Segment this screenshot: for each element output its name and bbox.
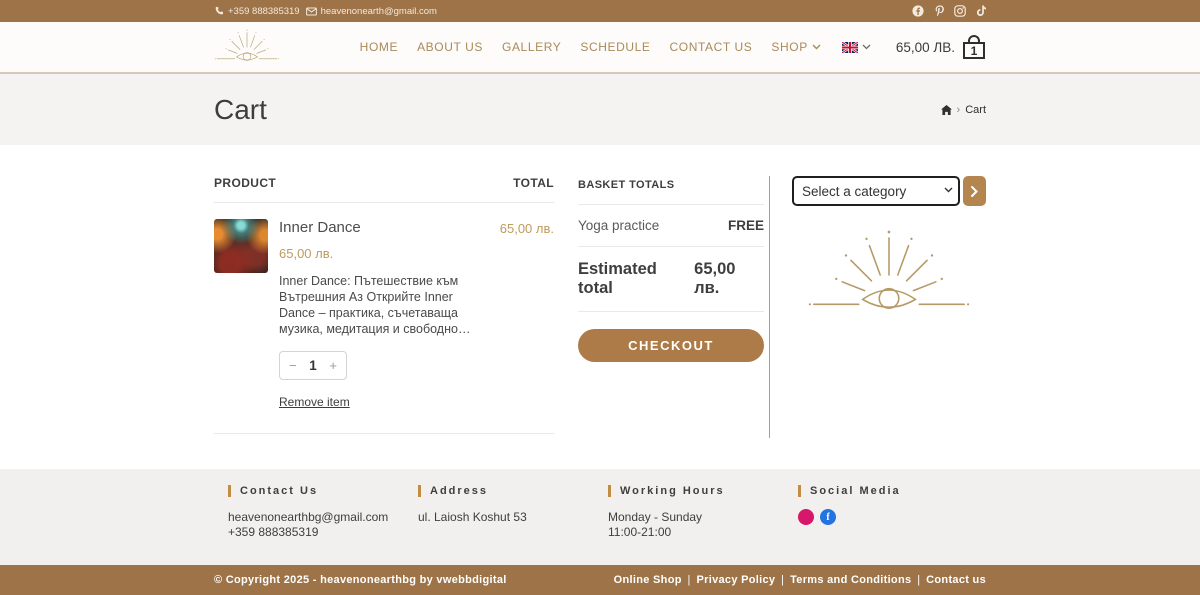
line-item-total: 65,00 лв. [500,219,554,236]
remove-item-link[interactable]: Remove item [279,395,350,409]
quantity-increase-button[interactable]: + [329,358,337,373]
site-header: HOME ABOUT US GALLERY SCHEDULE CONTACT U… [0,22,1200,74]
copyright-text: © Copyright 2025 - heavenonearthbg by vw… [214,574,507,586]
bottom-links: Online Shop Privacy Policy Terms and Con… [614,574,986,586]
mail-icon [306,7,317,16]
category-sidebar: Select a category [770,176,986,438]
heading-bar [608,485,611,497]
heading-bar [228,485,231,497]
instagram-icon[interactable] [954,5,966,17]
topbar-email[interactable]: heavenonearth@gmail.com [306,6,437,17]
nav-shop[interactable]: SHOP [771,40,820,54]
cart-items-table: PRODUCT TOTAL Inner Dance 65,00 лв. Inne… [214,176,554,438]
breadcrumb-current: Cart [965,104,986,116]
uk-flag-icon [842,42,858,53]
breadcrumb: Cart [941,104,986,116]
footer-hours-time: 11:00-21:00 [608,525,798,540]
chevron-down-icon [862,44,871,50]
estimated-total-label: Estimated total [578,260,694,298]
footer-contact-us: Contact Us heavenonearthbg@gmail.com +35… [228,485,418,540]
estimated-total-value: 65,00 лв. [694,260,764,298]
footer-address: Address ul. Laiosh Koshut 53 [418,485,608,540]
link-online-shop[interactable]: Online Shop [614,574,697,586]
link-terms-conditions[interactable]: Terms and Conditions [790,574,926,586]
page-title: Cart [214,94,267,126]
footer-social-media: Social Media f [798,485,988,540]
home-icon [941,105,952,115]
header-cart[interactable]: 65,00 ЛВ. 1 [896,34,986,60]
topbar-email-address: heavenonearth@gmail.com [321,6,437,17]
column-header-product: PRODUCT [214,176,276,190]
top-contact-bar: +359 888385319 heavenonearth@gmail.com [0,0,1200,22]
product-price: 65,00 лв. [279,246,500,261]
bottom-bar: © Copyright 2025 - heavenonearthbg by vw… [0,565,1200,595]
footer-hours-days: Monday - Sunday [608,510,798,525]
chevron-down-icon [812,44,821,50]
footer-social-title: Social Media [810,485,901,497]
nav-contact-us[interactable]: CONTACT US [670,40,753,54]
footer-phone[interactable]: +359 888385319 [228,525,418,540]
product-description: Inner Dance: Пътешествие към Вътрешния А… [279,273,484,337]
basket-totals-title: BASKET TOTALS [578,176,764,205]
breadcrumb-separator [957,104,961,116]
quantity-stepper: − 1 + [279,351,347,380]
topbar-phone[interactable]: +359 888385319 [214,6,300,17]
nav-about-us[interactable]: ABOUT US [417,40,483,54]
cart-main: PRODUCT TOTAL Inner Dance 65,00 лв. Inne… [0,145,1200,469]
column-header-total: TOTAL [513,176,554,190]
totals-row-label: Yoga practice [578,218,659,233]
cart-bag-icon: 1 [962,34,986,60]
facebook-icon[interactable]: f [820,509,836,525]
topbar-phone-number: +359 888385319 [228,6,300,17]
language-switcher[interactable] [842,42,871,53]
site-logo[interactable] [214,28,280,66]
footer-address-line: ul. Laiosh Koshut 53 [418,510,608,525]
cart-total-amount: 65,00 ЛВ. [896,40,955,55]
product-name-link[interactable]: Inner Dance [279,219,361,236]
heading-bar [418,485,421,497]
cart-count-badge: 1 [963,42,985,59]
footer-contact-title: Contact Us [240,485,318,497]
site-footer: Contact Us heavenonearthbg@gmail.com +35… [0,469,1200,565]
nav-home[interactable]: HOME [360,40,398,54]
link-privacy-policy[interactable]: Privacy Policy [697,574,791,586]
breadcrumb-home[interactable] [941,105,952,115]
arrow-right-icon [971,186,978,197]
footer-hours-title: Working Hours [620,485,725,497]
main-nav: HOME ABOUT US GALLERY SCHEDULE CONTACT U… [360,34,986,60]
sun-eye-logo [806,228,972,321]
link-contact-us[interactable]: Contact us [926,574,986,586]
footer-working-hours: Working Hours Monday - Sunday 11:00-21:0… [608,485,798,540]
quantity-decrease-button[interactable]: − [289,358,297,373]
pinterest-icon[interactable] [933,5,945,17]
instagram-icon[interactable] [798,509,814,525]
product-thumbnail[interactable] [214,219,268,273]
checkout-button[interactable]: CHECKOUT [578,329,764,362]
category-go-button[interactable] [963,176,986,206]
cart-item-row: Inner Dance 65,00 лв. Inner Dance: Пътеш… [214,203,554,434]
page-title-band: Cart Cart [0,74,1200,145]
tiktok-icon[interactable] [975,5,986,17]
phone-icon [214,6,224,16]
footer-address-title: Address [430,485,488,497]
nav-schedule[interactable]: SCHEDULE [580,40,650,54]
basket-totals: BASKET TOTALS Yoga practice FREE Estimat… [578,176,764,438]
quantity-value[interactable]: 1 [309,358,317,373]
facebook-icon[interactable] [912,5,924,17]
footer-email[interactable]: heavenonearthbg@gmail.com [228,510,418,525]
totals-row-value: FREE [728,218,764,233]
heading-bar [798,485,801,497]
nav-gallery[interactable]: GALLERY [502,40,561,54]
category-select[interactable]: Select a category [792,176,960,206]
